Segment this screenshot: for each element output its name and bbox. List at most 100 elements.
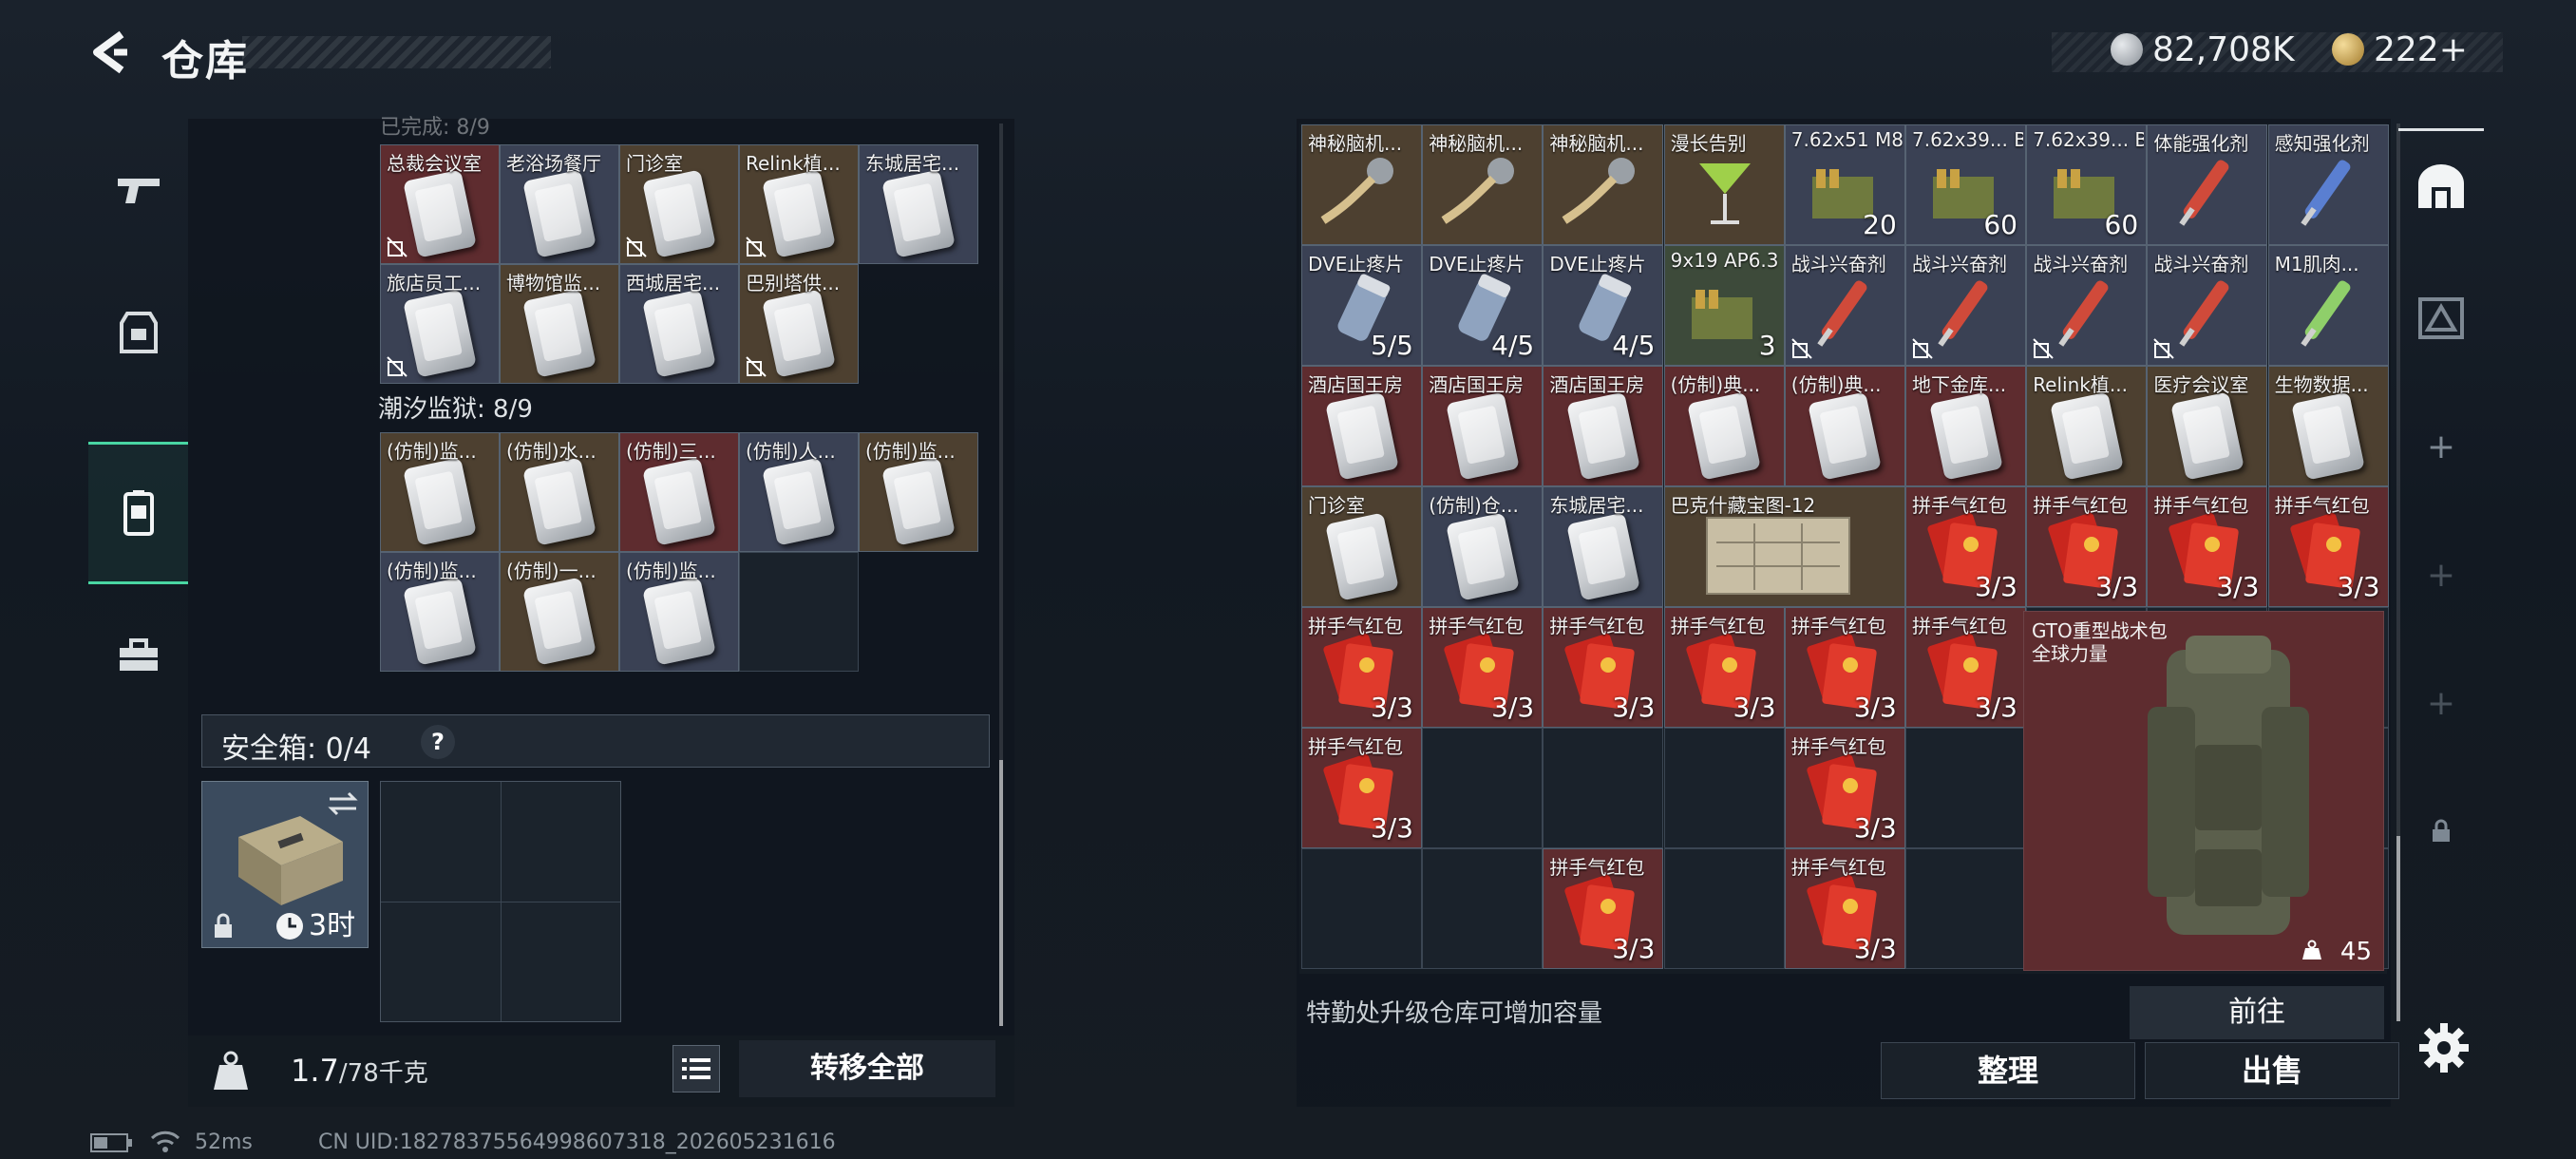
storage-item[interactable]: DVE止疼片 5/5 xyxy=(1301,245,1422,366)
storage-item[interactable]: 门诊室 xyxy=(1301,486,1422,607)
storage-item[interactable]: 9x19 AP6.3 3 xyxy=(1663,245,1785,366)
section-label-partial: 已完成: 8/9 xyxy=(380,116,490,140)
rail-containers[interactable] xyxy=(88,442,188,584)
empty-slot[interactable] xyxy=(1663,848,1785,969)
tab-storage-2[interactable] xyxy=(2398,261,2484,375)
locked-tab[interactable] xyxy=(2398,774,2484,888)
storage-item[interactable]: 拼手气红包 3/3 xyxy=(1301,728,1422,848)
storage-item[interactable]: (仿制)仓... xyxy=(1422,486,1544,607)
storage-item[interactable]: 酒店国王房 xyxy=(1301,366,1422,486)
silver-amount: 82,708K xyxy=(2152,30,2295,69)
storage-item[interactable]: (仿制)典... xyxy=(1784,366,1905,486)
safe-box-item[interactable]: 3时 xyxy=(201,781,369,948)
warehouse-item[interactable]: (仿制)一... xyxy=(500,552,619,672)
warehouse-item[interactable]: 总裁会议室 xyxy=(380,144,500,264)
storage-item[interactable]: 战斗兴奋剂 xyxy=(1784,245,1905,366)
storage-item[interactable]: 拼手气红包 3/3 xyxy=(1543,607,1664,728)
warehouse-item[interactable]: (仿制)三... xyxy=(619,432,739,552)
storage-item[interactable]: 生物数据... xyxy=(2267,366,2389,486)
empty-slot[interactable] xyxy=(1422,848,1544,969)
transfer-all-button[interactable]: 转移全部 xyxy=(739,1040,995,1097)
storage-item[interactable]: 拼手气红包 3/3 xyxy=(1905,607,2026,728)
storage-item[interactable]: 拼手气红包 3/3 xyxy=(2267,486,2389,607)
help-icon[interactable]: ? xyxy=(421,725,455,759)
storage-item[interactable]: 拼手气红包 3/3 xyxy=(1784,607,1905,728)
storage-item[interactable]: 战斗兴奋剂 xyxy=(2026,245,2148,366)
swap-icon[interactable] xyxy=(326,789,360,818)
storage-item[interactable]: (仿制)典... xyxy=(1663,366,1785,486)
empty-slot[interactable] xyxy=(1422,728,1544,848)
keycard-icon xyxy=(1445,511,1520,601)
add-tab-1[interactable]: + xyxy=(2398,390,2484,504)
storage-item[interactable]: DVE止疼片 4/5 xyxy=(1422,245,1544,366)
storage-item[interactable]: 战斗兴奋剂 xyxy=(1905,245,2026,366)
sell-button[interactable]: 出售 xyxy=(2145,1042,2399,1099)
storage-item[interactable]: 7.62x51 M80 20 xyxy=(1784,124,1905,245)
empty-slot[interactable] xyxy=(1905,728,2026,848)
empty-slot[interactable] xyxy=(739,552,859,672)
backpack-item[interactable]: GTO重型战术包 全球力量 45 xyxy=(2023,611,2384,971)
empty-slot[interactable] xyxy=(1905,848,2026,969)
storage-item[interactable]: 拼手气红包 3/3 xyxy=(1301,607,1422,728)
left-scroll-thumb[interactable] xyxy=(999,760,1003,1026)
empty-slot[interactable] xyxy=(1301,848,1422,969)
warehouse-item[interactable]: (仿制)水... xyxy=(500,432,619,552)
storage-item[interactable]: 酒店国王房 xyxy=(1543,366,1664,486)
warehouse-item[interactable]: 老浴场餐厅 xyxy=(500,144,619,264)
rail-toolbox[interactable] xyxy=(88,584,188,727)
storage-item[interactable]: 体能强化剂 xyxy=(2147,124,2268,245)
warehouse-item[interactable]: (仿制)监... xyxy=(380,552,500,672)
warehouse-item[interactable]: 博物馆监... xyxy=(500,264,619,384)
storage-item[interactable]: DVE止疼片 4/5 xyxy=(1543,245,1664,366)
storage-item[interactable]: 拼手气红包 3/3 xyxy=(2026,486,2148,607)
storage-item[interactable]: 东城居宅... xyxy=(1543,486,1664,607)
storage-item[interactable]: 拼手气红包 3/3 xyxy=(1543,848,1664,969)
storage-item[interactable]: 7.62x39... BP SUB 60 xyxy=(1905,124,2026,245)
gold-currency[interactable]: 222+ xyxy=(2332,30,2468,69)
item-name: 总裁会议室 xyxy=(387,152,482,175)
tab-storage-main[interactable] xyxy=(2398,128,2484,242)
storage-item[interactable]: 拼手气红包 3/3 xyxy=(1663,607,1785,728)
storage-item[interactable]: 拼手气红包 3/3 xyxy=(1905,486,2026,607)
warehouse-item[interactable]: 巴别塔供... xyxy=(739,264,859,384)
storage-item[interactable]: 巴克什藏宝图-12 xyxy=(1663,486,1905,607)
storage-item[interactable]: 漫长告别 xyxy=(1663,124,1785,245)
rail-weapons[interactable] xyxy=(88,119,188,261)
rail-armor[interactable] xyxy=(88,261,188,404)
warehouse-item[interactable]: 西城居宅... xyxy=(619,264,739,384)
empty-slot[interactable] xyxy=(1543,728,1664,848)
storage-item[interactable]: M1肌肉... xyxy=(2267,245,2389,366)
back-icon[interactable] xyxy=(85,28,133,76)
add-tab-2[interactable]: + xyxy=(2398,518,2484,632)
storage-item[interactable]: 拼手气红包 3/3 xyxy=(1784,848,1905,969)
storage-item[interactable]: 地下金库... xyxy=(1905,366,2026,486)
uid-text: CN UID:18278375564998607318_202605231616 xyxy=(318,1130,836,1154)
warehouse-item[interactable]: (仿制)监... xyxy=(859,432,978,552)
warehouse-item[interactable]: Relink植... xyxy=(739,144,859,264)
storage-item[interactable]: 酒店国王房 xyxy=(1422,366,1544,486)
list-view-button[interactable] xyxy=(672,1045,720,1092)
gear-icon[interactable] xyxy=(2417,1021,2471,1074)
storage-item[interactable]: 拼手气红包 3/3 xyxy=(1422,607,1544,728)
storage-item[interactable]: 感知强化剂 xyxy=(2267,124,2389,245)
warehouse-item[interactable]: (仿制)人... xyxy=(739,432,859,552)
storage-item[interactable]: 医疗会议室 xyxy=(2147,366,2268,486)
storage-item[interactable]: 神秘脑机... xyxy=(1543,124,1664,245)
storage-item[interactable]: 拼手气红包 3/3 xyxy=(2147,486,2268,607)
item-name: 地下金库... xyxy=(1912,373,2007,396)
organize-button[interactable]: 整理 xyxy=(1881,1042,2135,1099)
empty-slot[interactable] xyxy=(1663,728,1785,848)
storage-item[interactable]: 7.62x39... BP SUB 60 xyxy=(2026,124,2148,245)
storage-item[interactable]: 神秘脑机... xyxy=(1422,124,1544,245)
storage-item[interactable]: Relink植... xyxy=(2026,366,2148,486)
storage-item[interactable]: 战斗兴奋剂 xyxy=(2147,245,2268,366)
warehouse-item[interactable]: (仿制)监... xyxy=(380,432,500,552)
storage-item[interactable]: 拼手气红包 3/3 xyxy=(1784,728,1905,848)
warehouse-item[interactable]: 旅店员工... xyxy=(380,264,500,384)
add-tab-3[interactable]: + xyxy=(2398,646,2484,760)
warehouse-item[interactable]: (仿制)监... xyxy=(619,552,739,672)
storage-item[interactable]: 神秘脑机... xyxy=(1301,124,1422,245)
warehouse-item[interactable]: 门诊室 xyxy=(619,144,739,264)
goto-button[interactable]: 前往 xyxy=(2130,986,2384,1039)
warehouse-item[interactable]: 东城居宅... xyxy=(859,144,978,264)
